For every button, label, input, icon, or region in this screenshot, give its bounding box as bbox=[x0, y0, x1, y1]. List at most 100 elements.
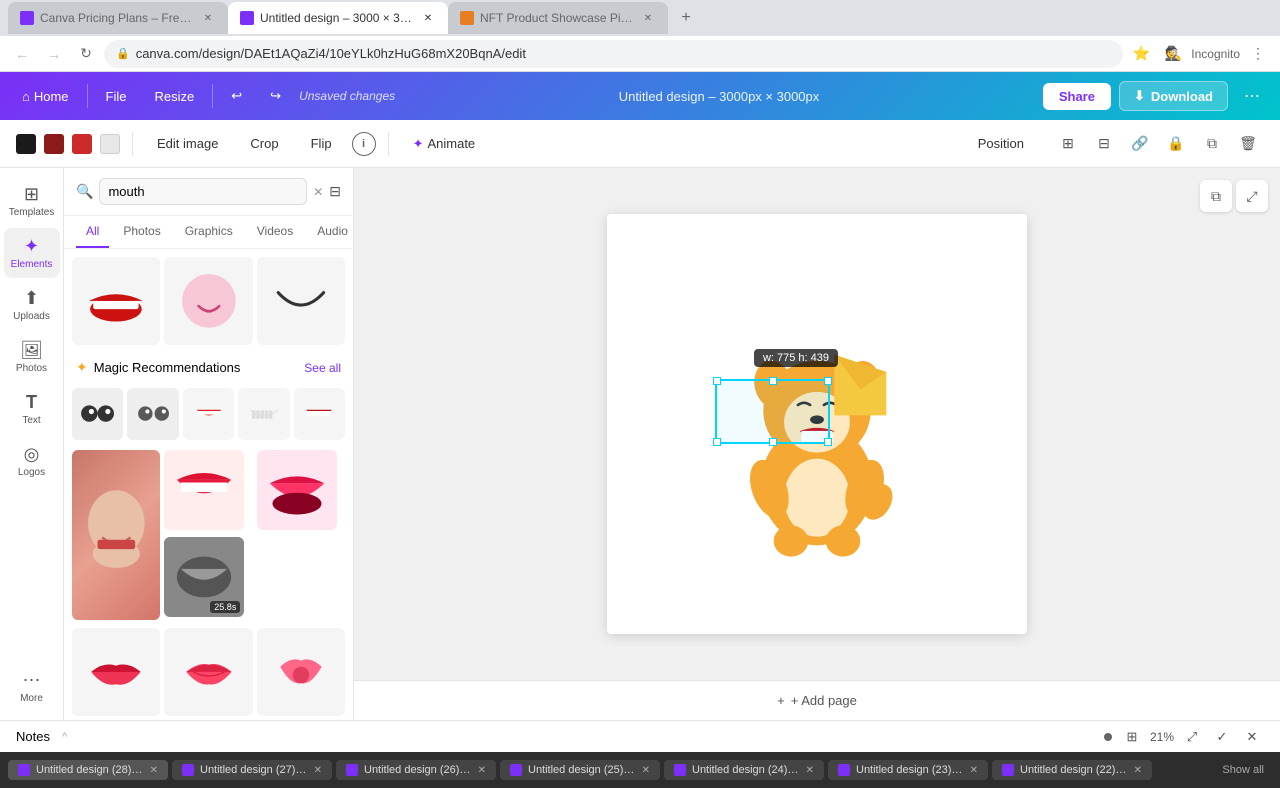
sidebar-item-templates[interactable]: ⊞ Templates bbox=[4, 176, 60, 226]
forward-button[interactable]: → bbox=[40, 40, 68, 68]
tab-close-2[interactable]: ✕ bbox=[420, 10, 436, 26]
sidebar-item-photos[interactable]: 🖼 Photos bbox=[4, 332, 60, 382]
resize-button[interactable]: Resize bbox=[145, 85, 205, 108]
graphic-item-7[interactable] bbox=[72, 628, 160, 716]
magic-item-4[interactable] bbox=[238, 388, 289, 439]
taskbar-item-7[interactable]: Untitled design (22).png ✕ bbox=[992, 760, 1152, 780]
home-button[interactable]: ⌂ Home bbox=[12, 85, 79, 108]
browser-tab-2[interactable]: Untitled design – 3000 × 3000px ✕ bbox=[228, 2, 448, 34]
tab-close-3[interactable]: ✕ bbox=[640, 10, 656, 26]
graphic-item-8[interactable] bbox=[164, 628, 252, 716]
magic-item-5[interactable] bbox=[294, 388, 345, 439]
taskbar-close-2[interactable]: ✕ bbox=[314, 765, 322, 776]
resize-handle-tl[interactable] bbox=[713, 377, 721, 385]
browser-tab-1[interactable]: Canva Pricing Plans – Free, Pro &... ✕ bbox=[8, 2, 228, 34]
more-options-button[interactable]: ⋯ bbox=[1236, 80, 1268, 112]
share-button[interactable]: Share bbox=[1043, 83, 1111, 110]
browser-menu-button[interactable]: ⋮ bbox=[1244, 40, 1272, 68]
color-swatch-1[interactable] bbox=[16, 134, 36, 154]
resize-handle-tr[interactable] bbox=[824, 377, 832, 385]
sidebar-item-more[interactable]: ⋯ More bbox=[4, 662, 60, 712]
crop-button[interactable]: Crop bbox=[238, 131, 290, 156]
canvas-expand-button[interactable]: ⤢ bbox=[1236, 180, 1268, 212]
taskbar-item-2[interactable]: Untitled design (27).png ✕ bbox=[172, 760, 332, 780]
file-button[interactable]: File bbox=[96, 85, 137, 108]
close-zoom-button[interactable]: ✕ bbox=[1240, 725, 1264, 749]
taskbar-item-1[interactable]: Untitled design (28).png ✕ bbox=[8, 760, 168, 780]
taskbar-close-4[interactable]: ✕ bbox=[642, 765, 650, 776]
position-button[interactable]: Position bbox=[966, 131, 1036, 156]
add-page-footer[interactable]: + + Add page bbox=[354, 680, 1280, 720]
flip-button[interactable]: Flip bbox=[299, 131, 344, 156]
taskbar-item-6[interactable]: Untitled design (23).png ✕ bbox=[828, 760, 988, 780]
mouth-item-2[interactable] bbox=[164, 257, 252, 345]
taskbar-item-4[interactable]: Untitled design (25).png ✕ bbox=[500, 760, 660, 780]
photo-item-video[interactable]: 25.8s bbox=[164, 537, 244, 617]
sidebar-item-elements[interactable]: ✦ Elements bbox=[4, 228, 60, 278]
panel-tab-graphics[interactable]: Graphics bbox=[175, 216, 243, 248]
photo-item-2[interactable] bbox=[164, 450, 244, 530]
notes-expand-icon[interactable]: ^ bbox=[62, 731, 67, 743]
taskbar-item-5[interactable]: Untitled design (24).png ✕ bbox=[664, 760, 824, 780]
search-input[interactable] bbox=[99, 178, 307, 205]
see-all-button[interactable]: See all bbox=[304, 361, 341, 375]
sidebar-item-uploads[interactable]: ⬆ Uploads bbox=[4, 280, 60, 330]
panel-tab-audio[interactable]: Audio bbox=[307, 216, 354, 248]
filter-icon[interactable]: ⊞ bbox=[1052, 128, 1084, 160]
checkmark-button[interactable]: ✓ bbox=[1210, 725, 1234, 749]
new-tab-button[interactable]: + bbox=[672, 4, 700, 32]
resize-handle-bl[interactable] bbox=[713, 438, 721, 446]
grid-icon[interactable]: ⊟ bbox=[1088, 128, 1120, 160]
reload-button[interactable]: ↻ bbox=[72, 40, 100, 68]
download-button[interactable]: ⬇ Download bbox=[1119, 81, 1228, 111]
info-button[interactable]: i bbox=[352, 132, 376, 156]
zoom-fit-button[interactable]: ⊞ bbox=[1120, 725, 1144, 749]
color-swatch-2[interactable] bbox=[44, 134, 64, 154]
mouth-item-3[interactable] bbox=[257, 257, 345, 345]
taskbar-close-7[interactable]: ✕ bbox=[1134, 765, 1142, 776]
resize-handle-br[interactable] bbox=[824, 438, 832, 446]
magic-item-3[interactable] bbox=[183, 388, 234, 439]
panel-tab-all[interactable]: All bbox=[76, 216, 109, 248]
sidebar-item-logos[interactable]: ◎ Logos bbox=[4, 436, 60, 486]
trash-icon[interactable]: 🗑 bbox=[1232, 128, 1264, 160]
extensions-button[interactable]: ⭐ bbox=[1127, 40, 1155, 68]
search-filter-button[interactable]: ⊟ bbox=[329, 183, 341, 200]
taskbar-item-3[interactable]: Untitled design (26).png ✕ bbox=[336, 760, 496, 780]
copy-icon[interactable]: ⧉ bbox=[1196, 128, 1228, 160]
lock-icon2[interactable]: 🔒 bbox=[1160, 128, 1192, 160]
taskbar-close-3[interactable]: ✕ bbox=[478, 765, 486, 776]
animate-button[interactable]: ✦ Animate bbox=[401, 131, 488, 157]
magic-item-1[interactable] bbox=[72, 388, 123, 439]
panel-tab-videos[interactable]: Videos bbox=[247, 216, 303, 248]
resize-handle-tm[interactable] bbox=[769, 377, 777, 385]
undo-button[interactable]: ↩ bbox=[221, 84, 252, 108]
edit-image-button[interactable]: Edit image bbox=[145, 131, 230, 156]
color-swatch-4[interactable] bbox=[100, 134, 120, 154]
redo-button[interactable]: ↪ bbox=[260, 84, 291, 108]
show-all-button[interactable]: Show all bbox=[1214, 760, 1272, 780]
browser-tab-3[interactable]: NFT Product Showcase Pixel Art ... ✕ bbox=[448, 2, 668, 34]
photo-item-tall[interactable] bbox=[72, 450, 160, 620]
mouth-item-1[interactable] bbox=[72, 257, 160, 345]
canvas[interactable]: w: 775 h: 439 bbox=[607, 214, 1027, 634]
taskbar-close-5[interactable]: ✕ bbox=[806, 765, 814, 776]
magic-item-2[interactable] bbox=[127, 388, 178, 439]
zoom-fullscreen-button[interactable]: ⤢ bbox=[1180, 725, 1204, 749]
incognito-button[interactable]: 🕵 bbox=[1159, 40, 1187, 68]
tab-close-1[interactable]: ✕ bbox=[200, 10, 216, 26]
graphic-item-9[interactable] bbox=[257, 628, 345, 716]
search-clear-button[interactable]: ✕ bbox=[313, 185, 323, 199]
panel-tab-bar: All Photos Graphics Videos Audio bbox=[64, 216, 353, 249]
color-swatch-3[interactable] bbox=[72, 134, 92, 154]
back-button[interactable]: ← bbox=[8, 40, 36, 68]
photo-item-3[interactable] bbox=[257, 450, 337, 530]
taskbar-close-6[interactable]: ✕ bbox=[970, 765, 978, 776]
taskbar-close-1[interactable]: ✕ bbox=[150, 765, 158, 776]
canvas-copy-button[interactable]: ⧉ bbox=[1200, 180, 1232, 212]
panel-tab-photos[interactable]: Photos bbox=[113, 216, 170, 248]
sidebar-item-text[interactable]: T Text bbox=[4, 384, 60, 434]
resize-handle-bm[interactable] bbox=[769, 438, 777, 446]
link-icon[interactable]: 🔗 bbox=[1124, 128, 1156, 160]
address-bar[interactable]: 🔒 canva.com/design/DAEt1AQaZi4/10eYLk0hz… bbox=[104, 40, 1123, 68]
